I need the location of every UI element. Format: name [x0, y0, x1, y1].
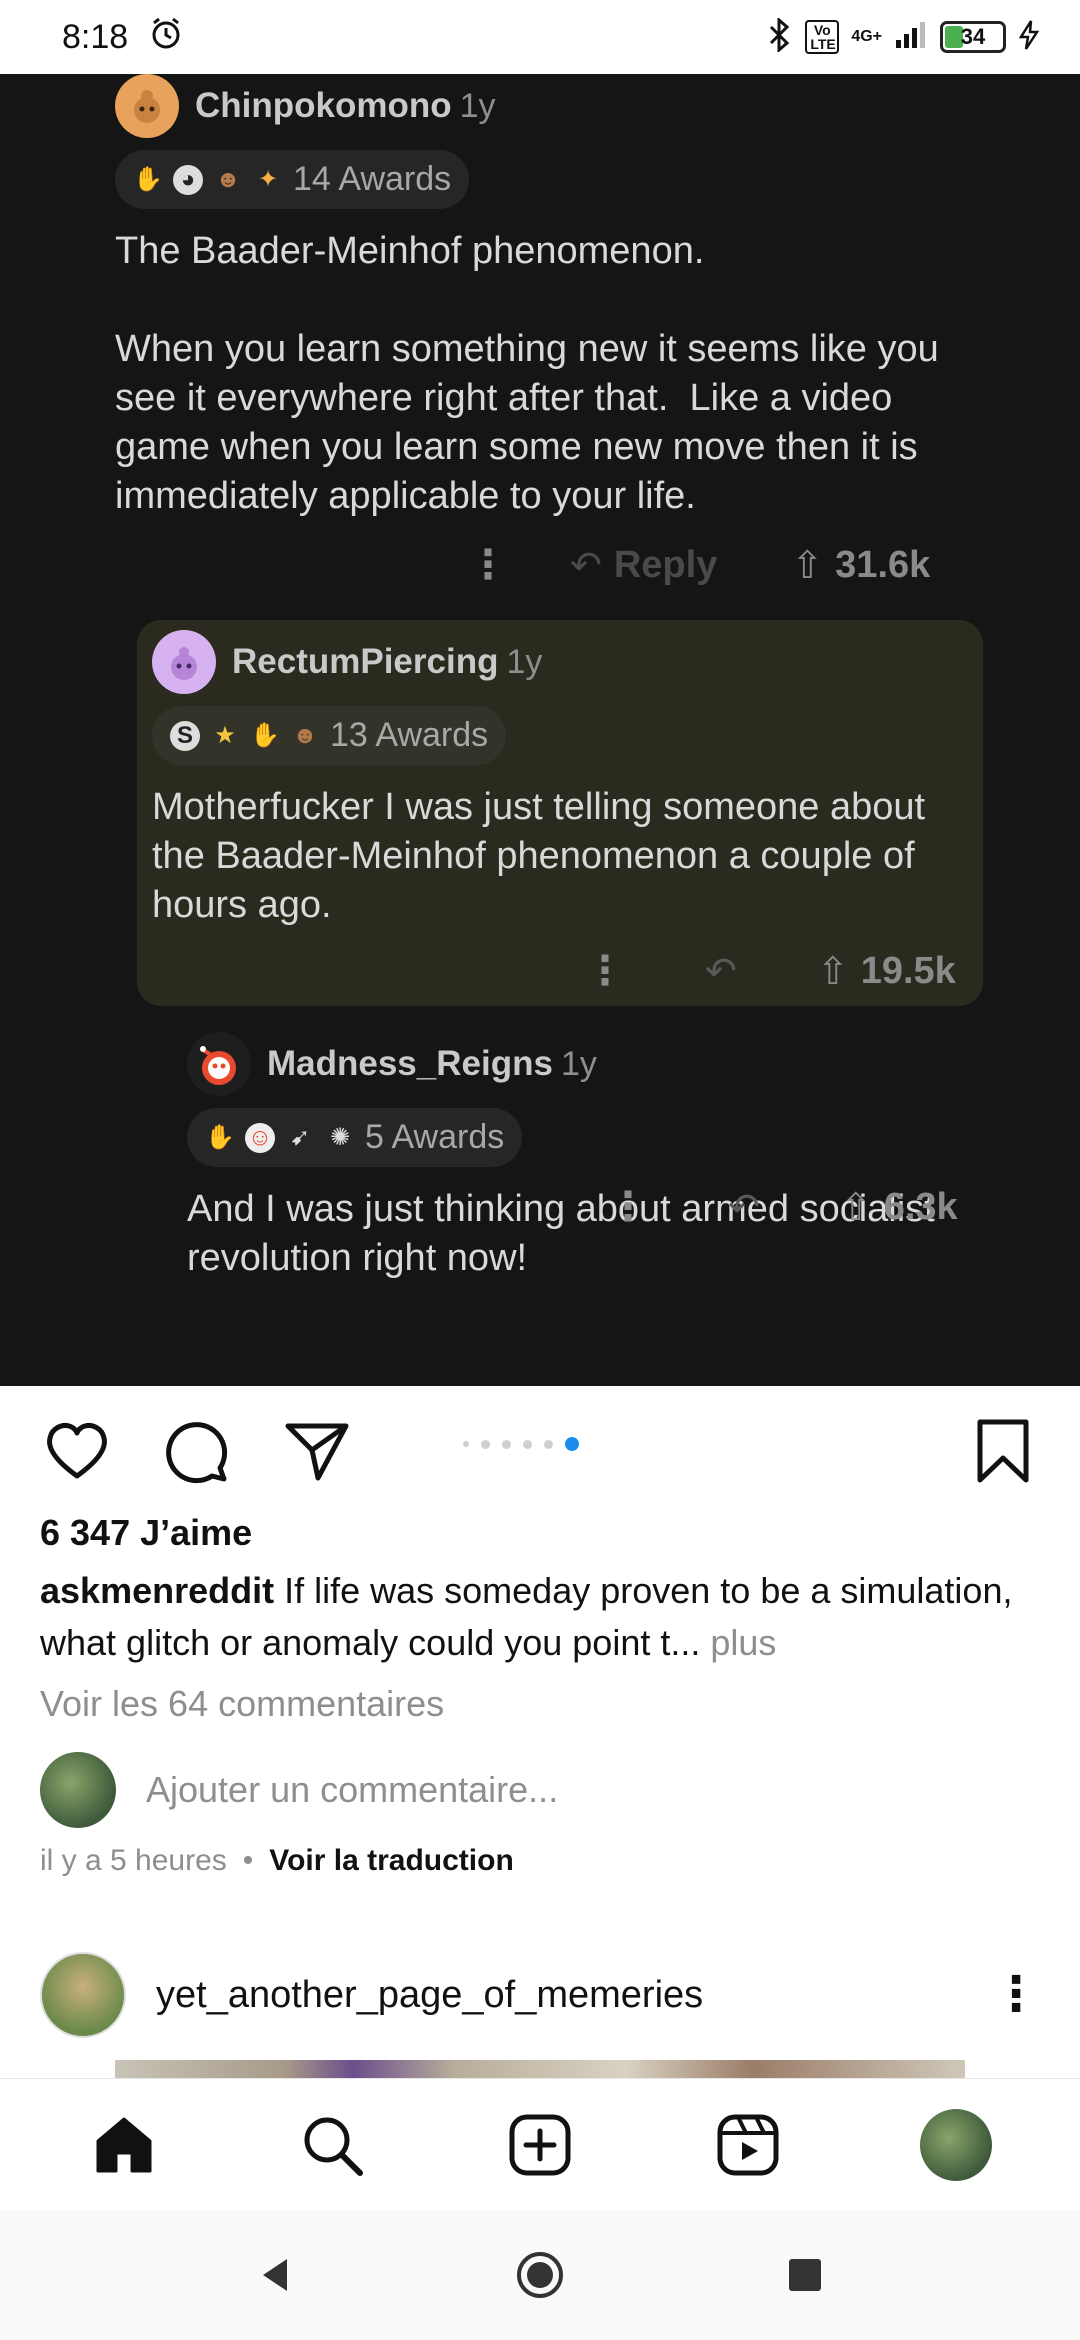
user-avatar	[40, 1752, 116, 1828]
upvote-icon: ⇧	[816, 950, 849, 993]
heart-icon[interactable]	[42, 1416, 112, 1486]
send-icon[interactable]	[282, 1416, 352, 1486]
award-icon: ➹	[289, 1123, 311, 1151]
network-label: 4G+	[851, 28, 882, 45]
carousel-dot-active	[565, 1437, 579, 1451]
upvote-icon: ⇧	[839, 1186, 872, 1229]
next-post-image-preview	[115, 2060, 965, 2078]
awards-badge: S ★ ✋ ☻ 13 Awards	[152, 706, 507, 765]
reply-label: Reply	[613, 543, 718, 586]
more-options-icon: ⋮	[608, 1185, 648, 1229]
comment-actions: ⋮ ↶ ⇧ 19.5k	[585, 948, 956, 994]
award-icon: ✦	[257, 165, 279, 193]
reels-icon[interactable]	[708, 2105, 788, 2185]
caption-more-link[interactable]: plus	[700, 1622, 776, 1663]
home-icon[interactable]	[84, 2105, 164, 2185]
carousel-dot	[502, 1439, 511, 1449]
status-time: 8:18	[62, 17, 129, 56]
add-comment-row[interactable]: Ajouter un commentaire...	[40, 1752, 558, 1828]
post-caption: askmenreddit If life was someday proven …	[40, 1565, 1050, 1669]
recents-icon[interactable]	[775, 2245, 835, 2305]
bottom-nav	[0, 2078, 1080, 2210]
post-image[interactable]: Chinpokomono 1y ✋ ◕ ☻ ✦ 14 Awards The Ba…	[0, 74, 1080, 1386]
bookmark-icon[interactable]	[968, 1416, 1038, 1486]
comment-body: Motherfucker I was just telling someone …	[152, 786, 926, 926]
volte-icon: Vo LTE	[805, 20, 840, 54]
add-icon[interactable]	[500, 2105, 580, 2185]
vote-count: 19.5k	[860, 949, 956, 992]
comment-username: Madness_Reigns	[267, 1044, 553, 1083]
award-icon: ✋	[205, 1123, 235, 1151]
more-options-icon: ⋮	[468, 543, 508, 587]
award-icon: ☻	[292, 721, 318, 749]
home-circle-icon[interactable]	[510, 2245, 570, 2305]
caption-username[interactable]: askmenreddit	[40, 1570, 274, 1611]
carousel-dot	[544, 1439, 553, 1449]
comment-body: The Baader-Meinhof phenomenon. When you …	[115, 230, 939, 517]
system-nav-bar	[0, 2210, 1080, 2340]
award-icon: ★	[214, 721, 236, 749]
upvote-icon: ⇧	[791, 544, 824, 587]
profile-avatar[interactable]	[916, 2105, 996, 2185]
comment-username: RectumPiercing	[232, 642, 499, 681]
search-icon[interactable]	[292, 2105, 372, 2185]
next-post-username[interactable]: yet_another_page_of_memeries	[156, 1974, 703, 2017]
more-options-icon: ⋮	[585, 949, 625, 993]
avatar	[920, 2108, 992, 2181]
comment-actions: ⋮ ↶ Reply ⇧ 31.6k	[468, 542, 930, 588]
charging-icon	[1018, 19, 1040, 56]
view-comments-link[interactable]: Voir les 64 commentaires	[40, 1683, 444, 1725]
carousel-dot	[523, 1439, 532, 1449]
battery-indicator: 34	[940, 21, 1006, 53]
reply-icon: ↶	[728, 1186, 760, 1229]
add-comment-input[interactable]: Ajouter un commentaire...	[146, 1769, 558, 1811]
comment-age: 1y	[560, 1044, 597, 1083]
award-icon: ◕	[173, 164, 203, 195]
likes-count[interactable]: 6 347 J’aime	[40, 1512, 252, 1554]
comment-icon[interactable]	[162, 1416, 232, 1486]
post-time: il y a 5 heures	[40, 1844, 227, 1877]
awards-count: 14 Awards	[293, 160, 452, 198]
reddit-comment: RectumPiercing 1y S ★ ✋ ☻ 13 Awards Moth…	[152, 630, 952, 930]
next-post-header: yet_another_page_of_memeries ⋮	[0, 1940, 1080, 2050]
signal-icon	[894, 20, 928, 55]
vote-count: 6.3k	[883, 1185, 958, 1228]
carousel-dot	[463, 1441, 469, 1447]
comment-age: 1y	[459, 86, 496, 125]
carousel-dot	[481, 1439, 490, 1449]
reddit-avatar	[152, 630, 216, 694]
comment-actions: ⋮ ↶ ⇧ 6.3k	[608, 1184, 958, 1230]
comment-username: Chinpokomono	[195, 86, 452, 125]
alarm-icon	[148, 15, 184, 60]
post-meta: il y a 5 heures • Voir la traduction	[40, 1844, 514, 1878]
reply-icon: ↶	[570, 544, 602, 587]
bluetooth-icon	[767, 16, 793, 57]
reddit-avatar	[115, 74, 179, 138]
status-bar: 8:18 Vo LTE 4G+ 34	[0, 0, 1080, 74]
reply-icon: ↶	[705, 950, 737, 993]
award-icon: ✋	[133, 165, 163, 193]
awards-count: 13 Awards	[330, 716, 489, 754]
back-icon[interactable]	[245, 2245, 305, 2305]
award-icon: ✺	[329, 1123, 351, 1151]
award-icon: ✋	[250, 721, 280, 749]
reddit-comment: Madness_Reigns 1y ✋ ☺ ➹ ✺ 5 Awards And I…	[187, 1032, 987, 1283]
translate-link[interactable]: Voir la traduction	[269, 1844, 513, 1878]
battery-level: 34	[960, 24, 986, 49]
carousel-indicator	[463, 1437, 579, 1451]
awards-badge: ✋ ◕ ☻ ✦ 14 Awards	[115, 150, 470, 209]
awards-count: 5 Awards	[365, 1118, 505, 1156]
vote-count: 31.6k	[835, 543, 931, 586]
awards-badge: ✋ ☺ ➹ ✺ 5 Awards	[187, 1108, 523, 1167]
more-options-icon[interactable]: ⋮	[992, 1971, 1040, 2019]
next-post-avatar[interactable]	[40, 1952, 126, 2038]
award-icon: ☻	[215, 165, 241, 193]
meta-separator: •	[242, 1844, 254, 1877]
comment-age: 1y	[506, 642, 543, 681]
reddit-comment: Chinpokomono 1y ✋ ◕ ☻ ✦ 14 Awards The Ba…	[115, 74, 965, 521]
award-icon: ☺	[245, 1122, 275, 1153]
reddit-avatar	[187, 1032, 251, 1096]
award-icon: S	[170, 720, 200, 751]
